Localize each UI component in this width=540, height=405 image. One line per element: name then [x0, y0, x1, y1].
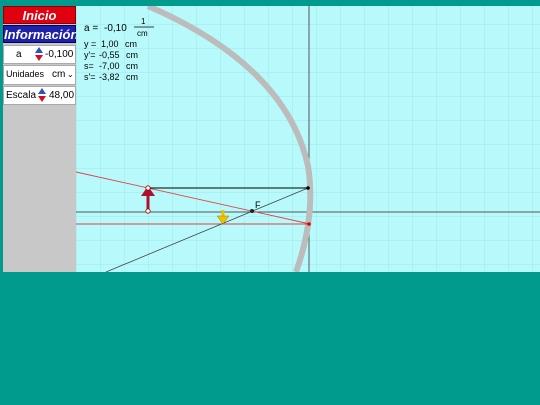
readout-y-unit: cm — [125, 39, 137, 49]
mirror-point-lower — [307, 222, 311, 226]
chevron-down-icon[interactable]: ⌄ — [67, 70, 74, 79]
a-label: a — [16, 49, 22, 60]
decrement-icon[interactable] — [35, 55, 43, 61]
escala-spinner[interactable] — [38, 87, 47, 104]
a-readout-value: -0,10 — [104, 23, 127, 34]
escala-control: Escala 48,00 — [3, 86, 76, 105]
increment-icon[interactable] — [35, 47, 43, 53]
increment-icon[interactable] — [38, 88, 46, 94]
unidades-control: Unidades cm ⌄ — [3, 65, 76, 85]
fraction-denominator: cm — [137, 29, 148, 38]
control-panel: Inicio Información a -0,100 Unidades cm … — [3, 6, 78, 272]
readout-sprime-name: s'= — [84, 72, 95, 82]
focus-point — [250, 209, 254, 213]
readout-s-name: s= — [84, 61, 94, 71]
mirror-point-upper — [306, 186, 310, 190]
optics-diagram: F a = -0,10 1 cm y = 1,00 cm y'= -0,55 c… — [75, 6, 540, 272]
object-base-handle[interactable] — [145, 208, 151, 214]
escala-input[interactable]: 48,00 — [49, 90, 74, 101]
inicio-button[interactable]: Inicio — [3, 6, 76, 24]
readout-s-unit: cm — [126, 61, 138, 71]
a-readout-label: a = — [84, 23, 98, 34]
decrement-icon[interactable] — [38, 96, 46, 102]
a-control: a -0,100 — [3, 45, 76, 64]
a-spinner[interactable] — [35, 46, 44, 63]
readout-y-value: 1,00 — [101, 39, 119, 49]
readout-sprime-value: -3,82 — [99, 72, 120, 82]
unidades-select[interactable]: cm — [52, 69, 65, 80]
readout-yprime-value: -0,55 — [99, 50, 120, 60]
unidades-label: Unidades — [6, 69, 45, 79]
escala-label: Escala — [6, 90, 37, 101]
readout-rows: y = 1,00 cm y'= -0,55 cm s= -7,00 cm s'=… — [84, 39, 138, 82]
readout-s-value: -7,00 — [99, 61, 120, 71]
readout-y-name: y = — [84, 39, 96, 49]
optics-canvas[interactable]: F a = -0,10 1 cm y = 1,00 cm y'= -0,55 c… — [75, 6, 540, 272]
focus-label: F — [255, 200, 261, 210]
fraction-numerator: 1 — [141, 17, 146, 26]
informacion-button[interactable]: Información — [3, 25, 78, 43]
a-input[interactable]: -0,100 — [45, 49, 73, 60]
readout-yprime-name: y'= — [84, 50, 95, 60]
simulation-window: Inicio Información a -0,100 Unidades cm … — [3, 6, 540, 272]
readout-yprime-unit: cm — [126, 50, 138, 60]
readout-sprime-unit: cm — [126, 72, 138, 82]
object-top-handle[interactable] — [145, 185, 151, 191]
